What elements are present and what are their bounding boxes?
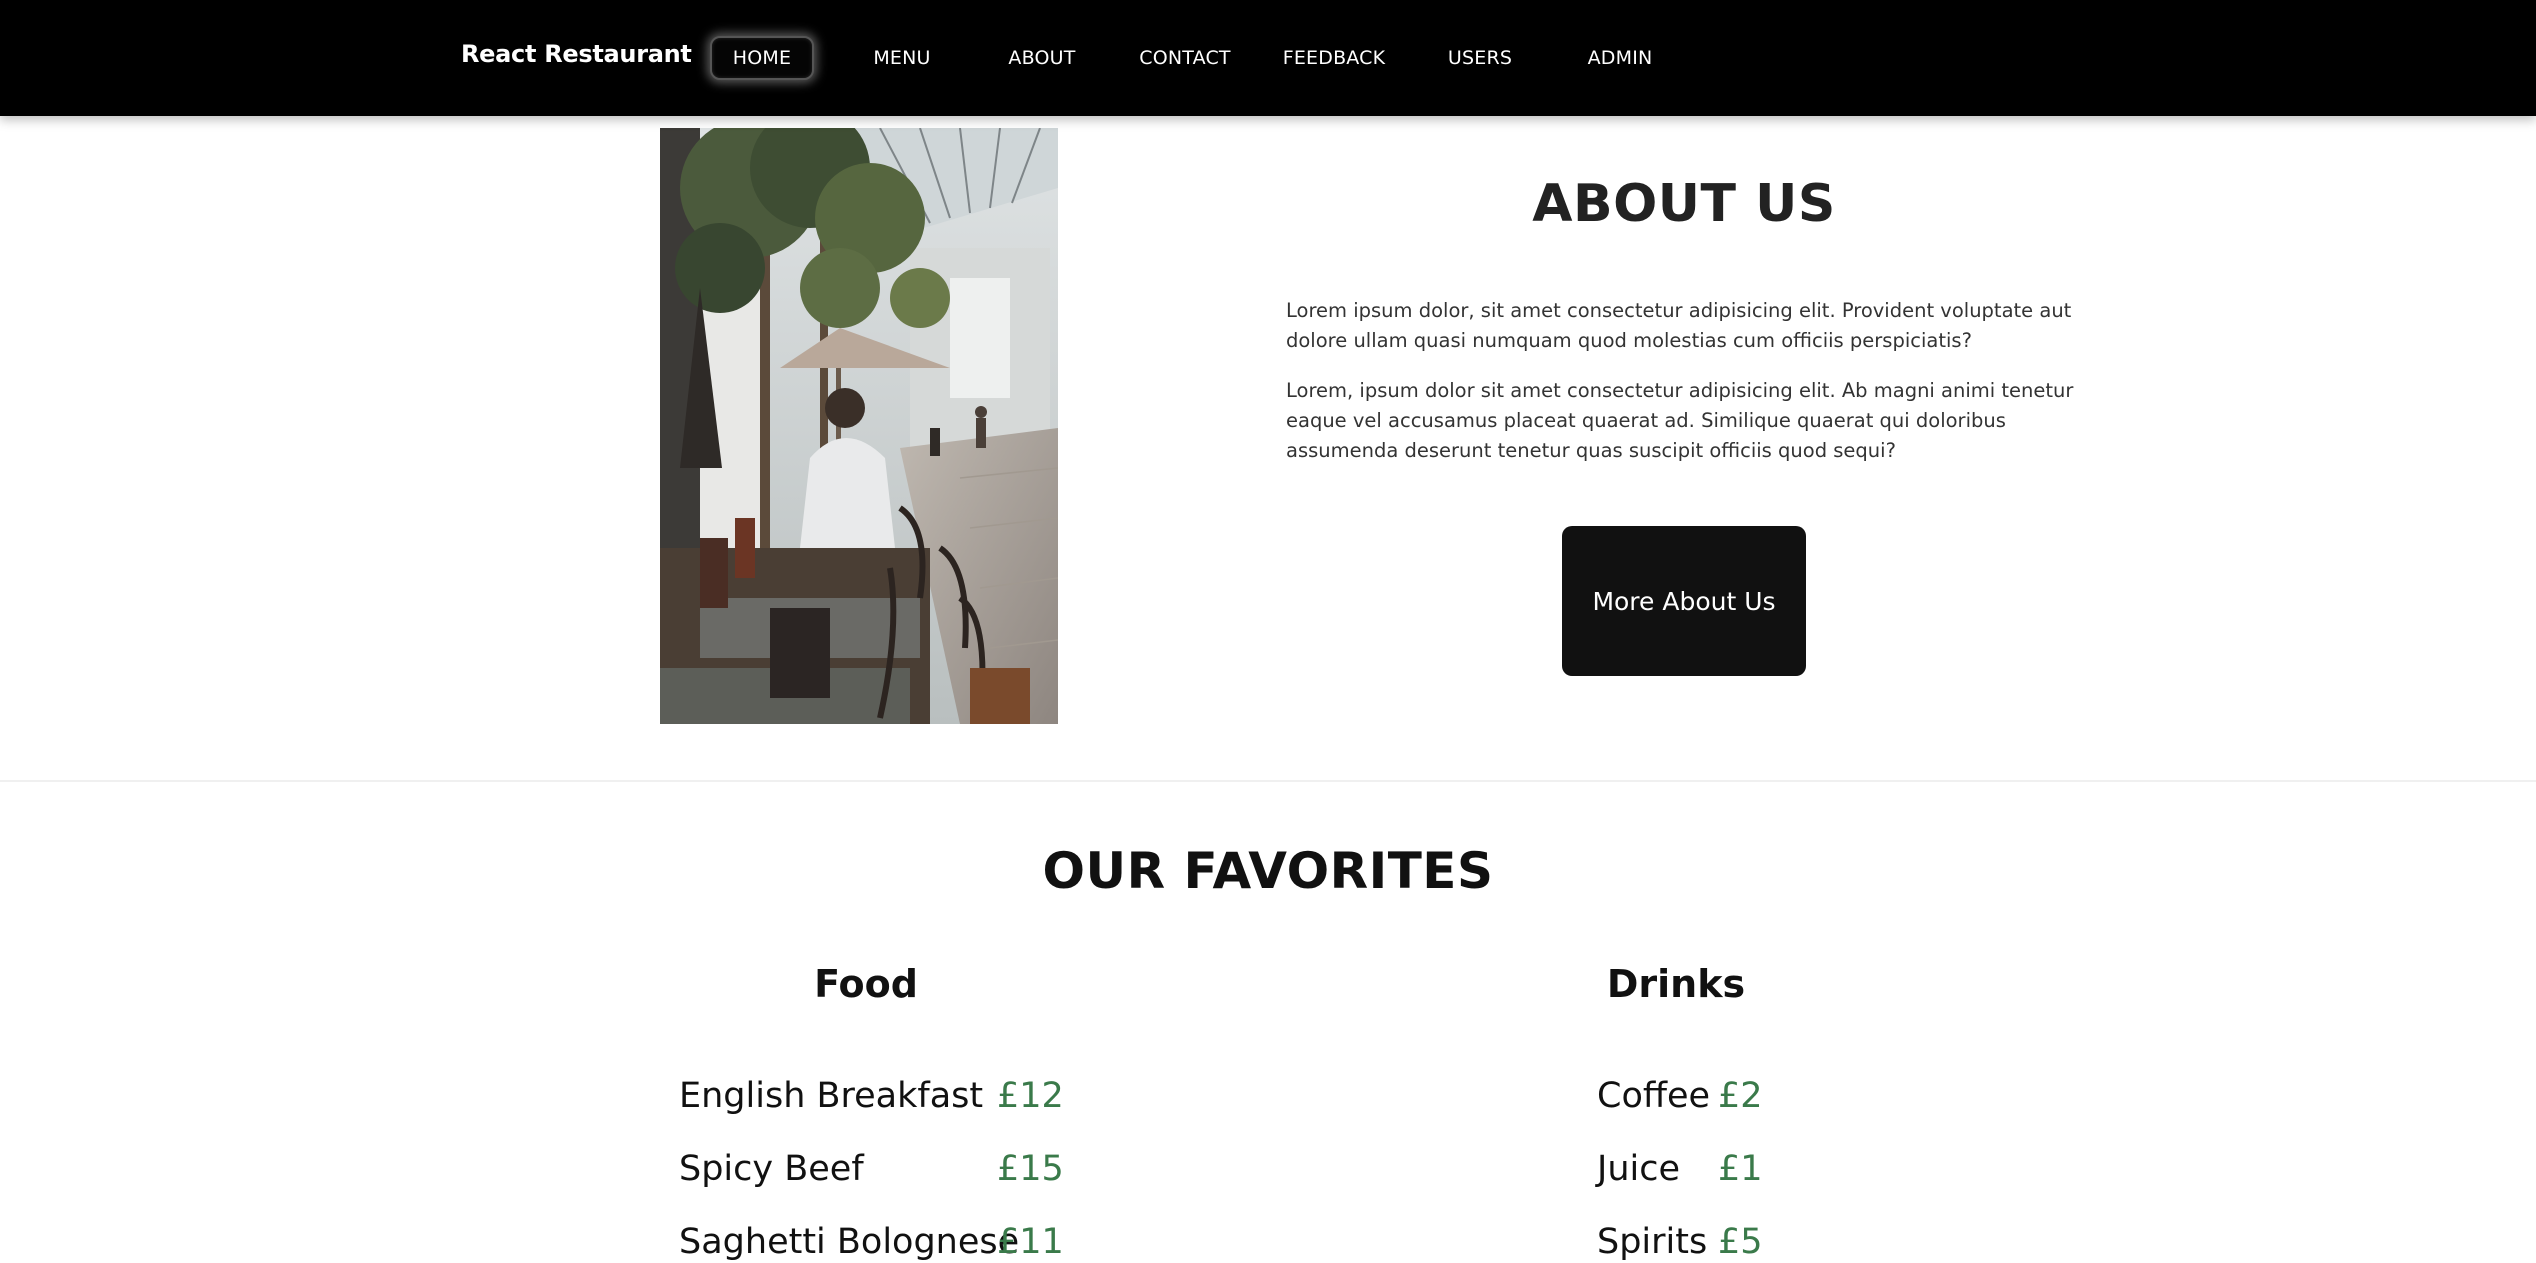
top-navbar: React Restaurant HOME MENU ABOUT CONTACT… [0,0,2536,116]
more-about-us-button[interactable]: More About Us [1562,526,1806,676]
section-divider [0,780,2536,782]
about-paragraph-1: Lorem ipsum dolor, sit amet consectetur … [1286,299,2072,352]
about-photo [660,128,1058,724]
drink-item-name: Coffee [1597,1076,1711,1116]
nav-menu[interactable]: MENU [856,36,948,80]
nav-feedback[interactable]: FEEDBACK [1278,36,1390,80]
about-paragraph-2: Lorem, ipsum dolor sit amet consectetur … [1286,379,2074,462]
food-item-price: £11 [997,1222,1064,1262]
about-title: ABOUT US [1532,174,1836,234]
drink-item-price: £1 [1718,1149,1763,1189]
nav-admin[interactable]: ADMIN [1572,36,1668,80]
food-item-name: Spicy Beef [679,1149,864,1189]
favorites-title: OUR FAVORITES [1042,842,1494,900]
food-item-name: Saghetti Bolognese [679,1222,1020,1262]
drink-item-price: £2 [1718,1076,1763,1116]
food-item-price: £15 [997,1149,1064,1189]
brand-logo[interactable]: React Restaurant [461,40,692,68]
food-item-price: £12 [997,1076,1064,1116]
drink-item-price: £5 [1718,1222,1763,1262]
drinks-column-title: Drinks [1606,962,1746,1006]
nav-home[interactable]: HOME [710,36,814,80]
drink-item-name: Spirits [1597,1222,1708,1262]
food-item-name: English Breakfast [679,1076,984,1116]
nav-about[interactable]: ABOUT [992,36,1092,80]
food-column-title: Food [814,962,918,1006]
nav-users[interactable]: USERS [1432,36,1528,80]
drink-item-name: Juice [1597,1149,1681,1189]
nav-contact[interactable]: CONTACT [1130,36,1240,80]
